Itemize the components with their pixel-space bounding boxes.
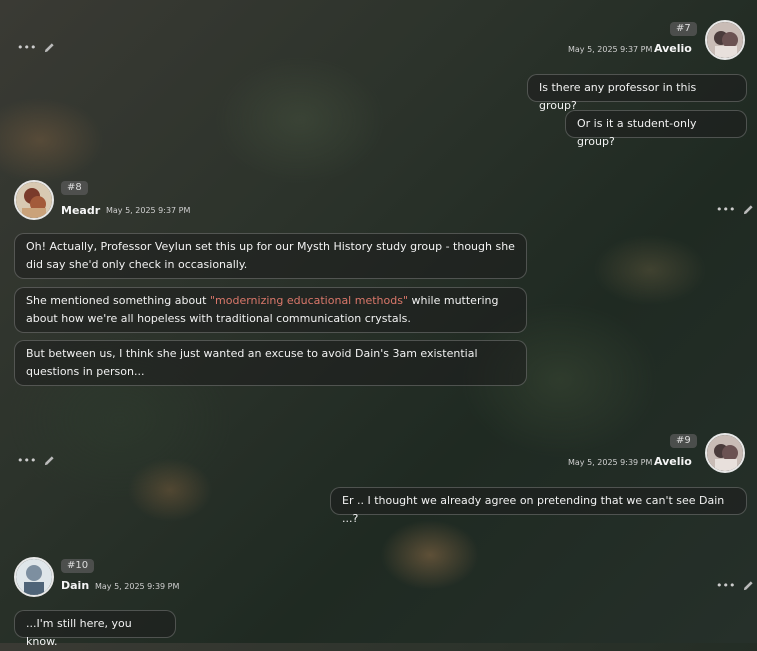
message-timestamp: May 5, 2025 9:39 PM [568, 458, 653, 467]
message-actions: ••• [716, 580, 754, 591]
message-timestamp: May 5, 2025 9:37 PM [568, 45, 653, 54]
message-bubble: Oh! Actually, Professor Veylun set this … [14, 233, 527, 279]
message-number: #10 [61, 559, 95, 573]
pencil-icon[interactable] [44, 455, 55, 466]
avatar[interactable] [705, 433, 745, 473]
message-bubble: She mentioned something about "modernizi… [14, 287, 527, 333]
message-bubble: Is there any professor in this group? [527, 74, 747, 112]
message-actions: ••• [17, 455, 55, 466]
author-name[interactable]: Meadr [61, 204, 100, 217]
pencil-icon[interactable] [44, 42, 55, 53]
avatar[interactable] [14, 180, 54, 220]
message-bubble: ...I'm still here, you know. [14, 610, 176, 648]
message-actions: ••• [716, 204, 754, 215]
more-dots-icon[interactable]: ••• [716, 580, 735, 591]
message-bubble: But between us, I think she just wanted … [14, 340, 527, 386]
more-dots-icon[interactable]: ••• [17, 455, 36, 466]
message-timestamp: May 5, 2025 9:39 PM [95, 582, 180, 591]
author-name[interactable]: Avelio [654, 42, 692, 55]
message-number: #8 [61, 181, 88, 195]
message-bubble: Or is it a student-only group? [565, 110, 747, 148]
message-number: #9 [670, 434, 697, 448]
more-dots-icon[interactable]: ••• [716, 204, 735, 215]
avatar[interactable] [14, 557, 54, 597]
author-name[interactable]: Dain [61, 579, 89, 592]
more-dots-icon[interactable]: ••• [17, 42, 36, 53]
message-actions: ••• [17, 42, 55, 53]
author-name[interactable]: Avelio [654, 455, 692, 468]
avatar[interactable] [705, 20, 745, 60]
pencil-icon[interactable] [743, 204, 754, 215]
highlighted-quote: "modernizing educational methods" [209, 294, 409, 307]
message-timestamp: May 5, 2025 9:37 PM [106, 206, 191, 215]
message-bubble: Er .. I thought we already agree on pret… [330, 487, 747, 525]
pencil-icon[interactable] [743, 580, 754, 591]
text-segment: She mentioned something about [26, 294, 210, 307]
message-number: #7 [670, 22, 697, 36]
